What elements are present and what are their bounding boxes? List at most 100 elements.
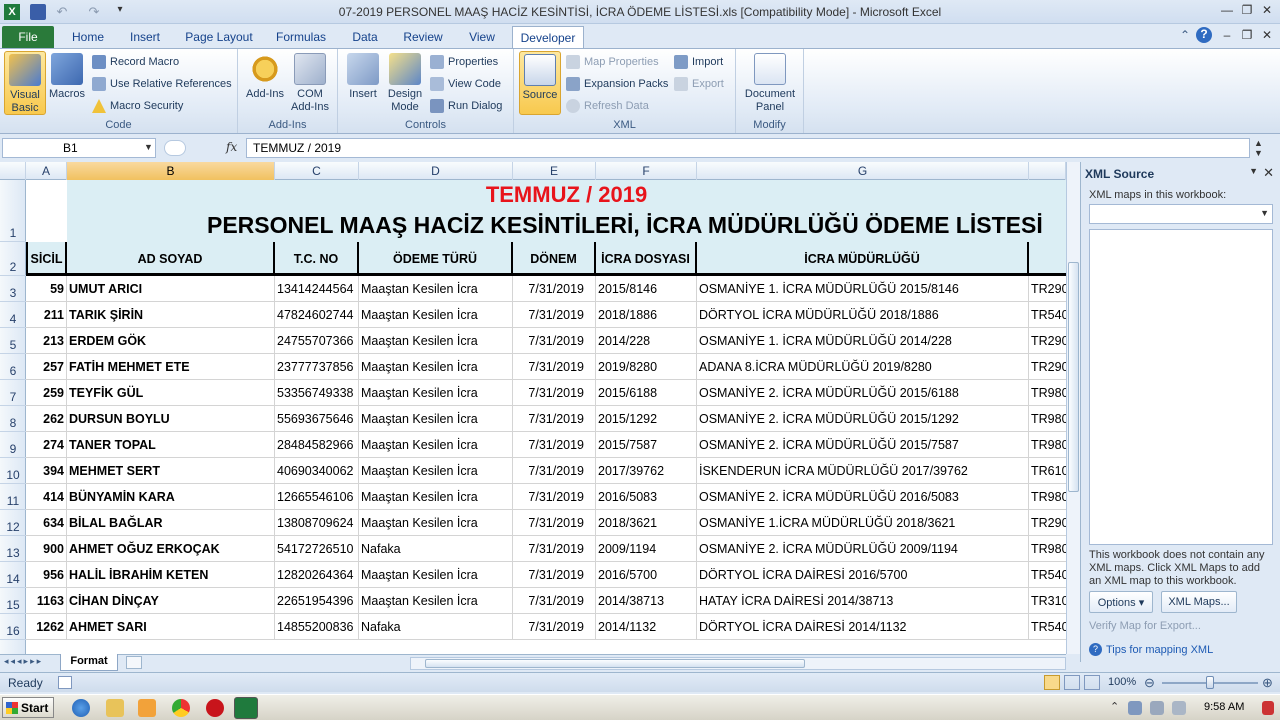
table-cell[interactable]: DÖRTYOL İCRA DAİRESİ 2016/5700 <box>697 562 1029 588</box>
run-dialog-button[interactable]: Run Dialog <box>430 97 502 115</box>
table-cell[interactable]: 1163 <box>26 588 67 614</box>
table-cell[interactable]: 28484582966 <box>275 432 359 458</box>
table-cell[interactable]: TANER TOPAL <box>67 432 275 458</box>
table-cell[interactable]: FATİH MEHMET ETE <box>67 354 275 380</box>
table-cell[interactable]: 2016/5700 <box>596 562 697 588</box>
table-cell[interactable]: Nafaka <box>359 614 513 640</box>
verify-map-link[interactable]: Verify Map for Export... <box>1089 620 1201 632</box>
table-cell[interactable]: ADANA 8.İCRA MÜDÜRLÜĞÜ 2019/8280 <box>697 354 1029 380</box>
column-header-a[interactable]: A <box>26 162 67 180</box>
insert-sheet-icon[interactable] <box>126 656 142 669</box>
column-header-f[interactable]: F <box>596 162 697 180</box>
table-cell[interactable]: 414 <box>26 484 67 510</box>
table-cell[interactable]: 7/31/2019 <box>513 354 596 380</box>
table-cell[interactable]: 54172726510 <box>275 536 359 562</box>
table-cell[interactable]: TR540 <box>1029 562 1066 588</box>
insert-function-icon[interactable]: fx <box>226 140 237 154</box>
table-cell[interactable]: 7/31/2019 <box>513 328 596 354</box>
table-cell[interactable]: Maaştan Kesilen İcra <box>359 432 513 458</box>
refresh-data-button[interactable]: Refresh Data <box>566 97 649 115</box>
table-cell[interactable]: 900 <box>26 536 67 562</box>
table-cell[interactable]: TEYFİK GÜL <box>67 380 275 406</box>
row-header[interactable]: 12 <box>0 510 26 536</box>
table-cell[interactable]: 211 <box>26 302 67 328</box>
row-header[interactable]: 3 <box>0 276 26 302</box>
tray-volume-icon[interactable] <box>1150 701 1164 715</box>
table-cell[interactable]: 7/31/2019 <box>513 458 596 484</box>
table-cell[interactable]: 59 <box>26 276 67 302</box>
header-tc-no[interactable]: T.C. NO <box>275 242 359 276</box>
header-sicil[interactable]: SİCİL <box>26 242 67 276</box>
table-cell[interactable]: 2015/6188 <box>596 380 697 406</box>
close-icon[interactable]: ✕ <box>1263 165 1274 181</box>
table-cell[interactable]: 53356749338 <box>275 380 359 406</box>
table-cell[interactable]: Maaştan Kesilen İcra <box>359 380 513 406</box>
table-cell[interactable]: Maaştan Kesilen İcra <box>359 458 513 484</box>
com-addins-button[interactable]: COM Add-Ins <box>288 51 332 115</box>
tray-expand-icon[interactable]: ⌃ <box>1110 700 1119 713</box>
map-properties-button[interactable]: Map Properties <box>566 53 659 71</box>
workbook-close-icon[interactable]: ✕ <box>1258 28 1276 44</box>
table-cell[interactable]: 956 <box>26 562 67 588</box>
table-cell[interactable]: 7/31/2019 <box>513 276 596 302</box>
table-cell[interactable]: OSMANİYE 2. İCRA MÜDÜRLÜĞÜ 2015/7587 <box>697 432 1029 458</box>
minimize-ribbon-icon[interactable]: ⌃ <box>1176 28 1194 44</box>
table-cell[interactable]: 7/31/2019 <box>513 380 596 406</box>
table-cell[interactable]: TR980 <box>1029 432 1066 458</box>
tab-review[interactable]: Review <box>396 26 450 48</box>
table-cell[interactable]: MEHMET SERT <box>67 458 275 484</box>
header-iban[interactable] <box>1029 242 1066 276</box>
table-cell[interactable]: TR980 <box>1029 380 1066 406</box>
view-code-button[interactable]: View Code <box>430 75 501 93</box>
table-cell[interactable]: 23777737856 <box>275 354 359 380</box>
table-cell[interactable]: 2009/1194 <box>596 536 697 562</box>
xml-map-tree[interactable] <box>1089 229 1273 545</box>
table-cell[interactable]: 13808709624 <box>275 510 359 536</box>
column-header-c[interactable]: C <box>275 162 359 180</box>
workbook-minimize-icon[interactable]: – <box>1218 28 1236 44</box>
formula-input[interactable]: TEMMUZ / 2019 <box>246 138 1250 158</box>
properties-button[interactable]: Properties <box>430 53 498 71</box>
table-cell[interactable]: Maaştan Kesilen İcra <box>359 484 513 510</box>
table-cell[interactable]: 262 <box>26 406 67 432</box>
table-cell[interactable]: HALİL İBRAHİM KETEN <box>67 562 275 588</box>
insert-controls-button[interactable]: Insert <box>342 51 384 115</box>
security-app-icon[interactable] <box>206 699 224 717</box>
taskbar-clock[interactable]: 9:58 AM <box>1204 701 1244 713</box>
import-button[interactable]: Import <box>674 53 723 71</box>
horizontal-scroll-thumb[interactable] <box>425 659 805 668</box>
record-macro-button[interactable]: Record Macro <box>92 53 179 71</box>
addins-button[interactable]: Add-Ins <box>244 51 286 115</box>
design-mode-button[interactable]: Design Mode <box>384 51 426 115</box>
table-cell[interactable]: AHMET OĞUZ ERKOÇAK <box>67 536 275 562</box>
macro-record-icon[interactable] <box>58 676 72 689</box>
table-cell[interactable]: TARIK ŞİRİN <box>67 302 275 328</box>
table-cell[interactable]: Maaştan Kesilen İcra <box>359 562 513 588</box>
table-cell[interactable]: CİHAN DİNÇAY <box>67 588 275 614</box>
vertical-scrollbar[interactable] <box>1066 162 1080 654</box>
table-cell[interactable]: 7/31/2019 <box>513 588 596 614</box>
table-cell[interactable]: OSMANİYE 1. İCRA MÜDÜRLÜĞÜ 2014/228 <box>697 328 1029 354</box>
minimize-icon[interactable]: — <box>1218 3 1236 19</box>
table-cell[interactable]: OSMANİYE 2. İCRA MÜDÜRLÜĞÜ 2009/1194 <box>697 536 1029 562</box>
table-cell[interactable]: DÖRTYOL İCRA DAİRESİ 2014/1132 <box>697 614 1029 640</box>
tray-flag-icon[interactable] <box>1172 701 1186 715</box>
table-cell[interactable]: ERDEM GÖK <box>67 328 275 354</box>
table-cell[interactable]: 634 <box>26 510 67 536</box>
visual-basic-button[interactable]: Visual Basic <box>4 51 46 115</box>
table-cell[interactable]: Maaştan Kesilen İcra <box>359 354 513 380</box>
table-cell[interactable]: 1262 <box>26 614 67 640</box>
row-header[interactable]: 1 <box>0 180 26 242</box>
table-cell[interactable]: 2015/8146 <box>596 276 697 302</box>
macro-security-button[interactable]: Macro Security <box>92 97 183 115</box>
table-cell[interactable]: OSMANİYE 2. İCRA MÜDÜRLÜĞÜ 2016/5083 <box>697 484 1029 510</box>
normal-view-icon[interactable] <box>1044 675 1060 690</box>
table-cell[interactable]: TR540 <box>1029 302 1066 328</box>
tray-network-icon[interactable] <box>1128 701 1142 715</box>
start-button[interactable]: Start <box>2 697 54 718</box>
table-cell[interactable]: 257 <box>26 354 67 380</box>
header-icra-mudurlugu[interactable]: İCRA MÜDÜRLÜĞÜ <box>697 242 1029 276</box>
table-cell[interactable]: TR980 <box>1029 484 1066 510</box>
table-cell[interactable]: UMUT ARICI <box>67 276 275 302</box>
export-button[interactable]: Export <box>674 75 724 93</box>
